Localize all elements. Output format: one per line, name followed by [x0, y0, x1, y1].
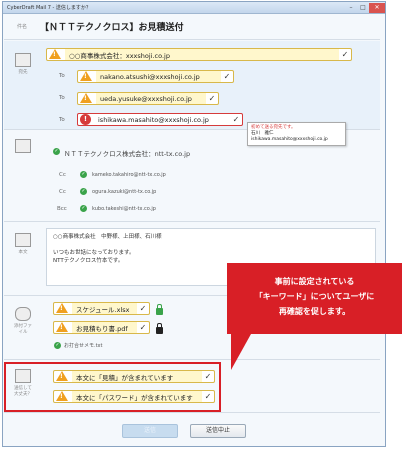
cc-prefix-2: Cc — [59, 189, 66, 195]
ok-check-icon: ✓ — [54, 342, 61, 349]
callout-line: 「キーワード」についてユーザに — [254, 292, 375, 301]
address-book-icon — [15, 139, 31, 153]
check-icon[interactable]: ✓ — [230, 115, 242, 124]
to-recipient-2[interactable]: ueda.yusuke@xxxshoji.co.jp ✓ — [77, 92, 219, 105]
minimize-button[interactable]: – — [345, 3, 357, 13]
check-icon[interactable]: ✓ — [137, 304, 149, 313]
paperclip-icon — [15, 307, 31, 321]
to-section-label: 宛先 — [18, 70, 28, 75]
to-recipient-address: ishikawa.masahito@xxxshoji.co.jp — [94, 114, 230, 125]
cc-address-2: ogura.kazuki@ntt-tx.co.jp — [92, 189, 157, 195]
warning-icon — [79, 93, 93, 104]
to-recipient-3[interactable]: ! ishikawa.masahito@xxxshoji.co.jp ✓ — [77, 113, 243, 126]
ok-check-icon: ✓ — [80, 205, 87, 212]
cc-prefix-1: Cc — [59, 172, 66, 178]
to-recipient-address: ueda.yusuke@xxxshoji.co.jp — [96, 93, 206, 104]
lock-open-icon — [156, 304, 163, 315]
to-prefix-2: To — [59, 95, 65, 101]
to-company-row[interactable]: ○○商事株式会社：xxxshoji.co.jp ✓ — [46, 48, 352, 61]
body-section-icon: 本文 — [12, 233, 34, 255]
callout-line: 事前に設定されている — [274, 277, 355, 286]
body-line: ○○商事株式会社 中野様、上田様、石川様 — [53, 234, 162, 240]
lock-icon — [156, 323, 163, 334]
cc-address-1: kameko.takahiro@ntt-tx.co.jp — [92, 172, 166, 178]
to-recipient-1[interactable]: nakano.atsushi@xxxshoji.co.jp ✓ — [77, 70, 234, 83]
window-controls: – □ ✕ — [345, 2, 385, 13]
attachment-section-icon: 添付ファイル — [12, 307, 34, 335]
warning-icon — [55, 322, 69, 333]
error-icon: ! — [80, 114, 91, 125]
title-bar: CyberDraft Mail 7 - 送信しますか？ – □ ✕ — [3, 2, 385, 14]
bcc-address: kubo.takeshi@ntt-tx.co.jp — [92, 206, 156, 212]
to-prefix-3: To — [59, 117, 65, 123]
explanation-callout: 事前に設定されている 「キーワード」についてユーザに 再確認を促します。 — [227, 263, 402, 370]
to-company-name: ○○商事株式会社：xxxshoji.co.jp — [65, 49, 339, 60]
address-book-icon — [15, 53, 31, 67]
cc-section-icon — [12, 139, 34, 155]
attachment-filename: スケジュール.xlsx — [72, 303, 137, 314]
check-icon[interactable]: ✓ — [137, 323, 149, 332]
ok-check-icon: ✓ — [80, 171, 87, 178]
window-title: CyberDraft Mail 7 - 送信しますか？ — [7, 5, 91, 11]
to-section-icon: 宛先 — [12, 53, 34, 75]
check-icon[interactable]: ✓ — [339, 50, 351, 59]
close-button[interactable]: ✕ — [369, 2, 385, 13]
ok-check-icon: ✓ — [53, 148, 60, 155]
cc-company-name: ＮＴＴテクノクロス株式会社：ntt-tx.co.jp — [64, 150, 191, 158]
keyword-highlight-frame — [4, 362, 221, 412]
cancel-send-button[interactable]: 送信中止 — [190, 424, 246, 438]
check-icon[interactable]: ✓ — [221, 72, 233, 81]
ok-check-icon: ✓ — [80, 188, 87, 195]
warning-icon — [79, 71, 93, 82]
subject-row: 件名 【ＮＴＴテクノクロス】お見積送付 — [4, 14, 380, 40]
attachment-file-2[interactable]: お見積もり書.pdf ✓ — [53, 321, 150, 334]
attachment-memo: お打合せメモ.txt — [64, 343, 103, 349]
send-button[interactable]: 送信 — [122, 424, 178, 438]
attachment-file-1[interactable]: スケジュール.xlsx ✓ — [53, 302, 150, 315]
body-section-label: 本文 — [18, 250, 28, 255]
attachment-filename: お見積もり書.pdf — [72, 322, 137, 333]
subject-value: 【ＮＴＴテクノクロス】お見積送付 — [40, 23, 184, 33]
to-recipient-address: nakano.atsushi@xxxshoji.co.jp — [96, 71, 221, 82]
warning-icon — [48, 49, 62, 60]
document-icon — [15, 233, 31, 247]
attachment-section-label: 添付ファイル — [14, 324, 32, 335]
body-line: いつもお世話になっております。 — [53, 250, 135, 256]
check-icon[interactable]: ✓ — [206, 94, 218, 103]
body-line — [53, 241, 369, 249]
to-prefix-1: To — [59, 73, 65, 79]
callout-line: 再確認を促します。 — [278, 307, 351, 316]
subject-label: 件名 — [16, 24, 27, 30]
maximize-button[interactable]: □ — [357, 3, 369, 13]
bcc-prefix: Bcc — [57, 206, 67, 212]
warning-icon — [55, 303, 69, 314]
